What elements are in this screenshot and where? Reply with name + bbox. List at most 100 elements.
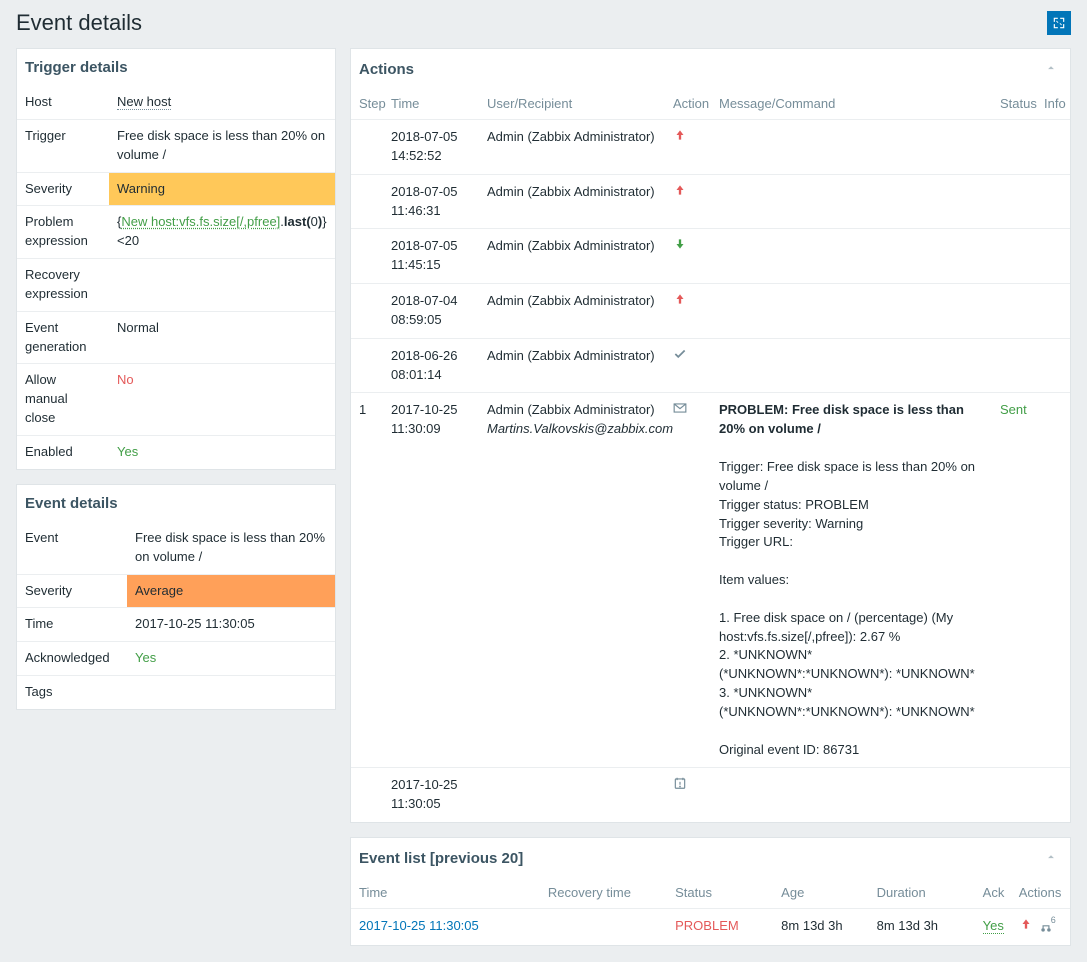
trigger-recov-label: Recovery expression [17,259,109,312]
actions-th-action: Action [667,90,713,120]
eventlist-age: 8m 13d 3h [775,909,870,945]
trigger-details-title: Trigger details [25,59,128,76]
eventlist-row: 2017-10-25 11:30:05 PROBLEM 8m 13d 3h8m 13… [351,909,1070,945]
event-event-value: Free disk space is less than 20% on volu… [127,522,335,574]
event-details-title: Event details [25,495,118,512]
actions-row: 2017-10-25 11:30:05 [351,768,1070,822]
actions-th-msg: Message/Command [713,90,994,120]
actions-th-step: Step [351,90,385,120]
actions-th-time: Time [385,90,481,120]
actions-user: Admin (Zabbix Administrator) [487,184,655,199]
actions-time: 2018-06-26 08:01:14 [385,338,481,393]
actions-recipient: Martins.Valkovskis@zabbix.com [487,421,673,436]
event-tags-value [127,676,335,709]
actions-step [351,768,385,822]
eventlist-ack-link[interactable]: Yes [983,918,1004,934]
trigger-host-label: Host [17,86,109,119]
arrow-up-icon[interactable] [1019,917,1033,937]
mail-icon [673,403,687,418]
actions-status: Sent [1000,402,1027,417]
actions-user: Admin (Zabbix Administrator) [487,293,655,308]
trigger-severity-value: Warning [109,173,335,206]
problem-generated-icon [673,778,687,793]
trigger-recov-value [109,259,335,312]
actions-th-status: Status [994,90,1038,120]
eventlist-th-age: Age [775,879,870,909]
event-list-collapse-toggle[interactable] [1040,848,1062,869]
actions-msg-title: PROBLEM: Free disk space is less than 20… [719,401,988,439]
eventlist-recovery [542,909,669,945]
actions-row: 2018-07-05 14:52:52 Admin (Zabbix Adminis… [351,120,1070,175]
trigger-value: Free disk space is less than 20% on volu… [109,119,335,172]
actions-row: 2018-07-05 11:45:15 Admin (Zabbix Adminis… [351,229,1070,284]
event-severity-value: Average [127,575,335,608]
actions-step [351,338,385,393]
eventlist-th-actions: Actions [1013,879,1070,909]
eventlist-th-time: Time [351,879,542,909]
actions-row: 2018-07-05 11:46:31Admin (Zabbix Adminis… [351,174,1070,229]
arrow-up-icon [673,130,687,145]
trigger-expr-value: {New host:vfs.fs.size[/,pfree].last(0)}<… [109,206,335,259]
trigger-allow-value: No [117,372,134,387]
page-title: Event details [16,10,142,36]
chevron-up-icon [1044,61,1058,75]
actions-row: 2018-07-04 08:59:05 Admin (Zabbix Adminis… [351,284,1070,339]
event-ack-value: Yes [135,650,156,665]
actions-time: 2018-07-05 14:52:52 [385,120,481,175]
actions-collapse-toggle[interactable] [1040,59,1062,80]
trigger-severity-label: Severity [17,172,109,206]
actions-count-icon[interactable]: 6 [1039,920,1053,934]
trigger-enabled-value: Yes [117,444,138,459]
actions-user: Admin (Zabbix Administrator) [487,348,655,363]
actions-time: 2018-07-05 11:45:15 [385,229,481,284]
arrow-up-icon [673,294,687,309]
eventlist-time-link[interactable]: 2017-10-25 11:30:05 [359,918,479,933]
actions-step [351,229,385,284]
event-ack-label: Acknowledged [17,642,127,676]
actions-time: 2018-07-04 08:59:05 [385,284,481,339]
actions-msg-body: Trigger: Free disk space is less than 20… [719,458,988,760]
event-list-card: Event list [previous 20] Time Recovery t… [350,837,1071,946]
actions-title: Actions [359,61,414,78]
actions-row: 2018-06-26 08:01:14 Admin (Zabbix Adminis… [351,338,1070,393]
trigger-label: Trigger [17,119,109,172]
eventlist-th-recovery: Recovery time [542,879,669,909]
actions-time: 2017-10-25 11:30:09 [385,393,481,768]
trigger-gen-value: Normal [109,311,335,364]
chevron-up-icon [1044,850,1058,864]
fullscreen-icon [1052,16,1066,30]
arrow-down-icon [673,239,687,254]
fullscreen-button[interactable] [1047,11,1071,35]
actions-user: Admin (Zabbix Administrator) [487,129,655,144]
eventlist-duration: 8m 13d 3h [871,909,977,945]
actions-th-user: User/Recipient [481,90,667,120]
eventlist-th-ack: Ack [977,879,1013,909]
arrow-up-icon [673,185,687,200]
event-time-value: 2017-10-25 11:30:05 [127,608,335,642]
trigger-gen-label: Event generation [17,311,109,364]
eventlist-th-status: Status [669,879,775,909]
actions-step [351,174,385,229]
trigger-expr-label: Problem expression [17,206,109,259]
trigger-allow-label: Allow manual close [17,364,109,436]
actions-count: 6 [1051,914,1056,927]
trigger-expr-link[interactable]: New host:vfs.fs.size[/,pfree] [121,214,280,229]
actions-row: 12017-10-25 11:30:09 Admin (Zabbix Admini… [351,393,1070,768]
check-icon [673,349,687,364]
event-severity-label: Severity [17,574,127,608]
event-event-label: Event [17,522,127,574]
event-time-label: Time [17,608,127,642]
actions-user: Admin (Zabbix Administrator) [487,238,655,253]
eventlist-status: PROBLEM [675,918,739,933]
actions-step [351,120,385,175]
trigger-enabled-label: Enabled [17,435,109,468]
eventlist-th-duration: Duration [871,879,977,909]
trigger-host-link[interactable]: New host [117,94,171,110]
actions-card: Actions Step Time User/Recipient Action … [350,48,1071,823]
actions-th-info: Info [1038,90,1070,120]
actions-user: Admin (Zabbix Administrator) [487,402,655,417]
event-list-title: Event list [previous 20] [359,850,523,867]
actions-time: 2017-10-25 11:30:05 [385,768,481,822]
event-details-card: Event details Event Free disk space is l… [16,484,336,710]
actions-step: 1 [351,393,385,768]
